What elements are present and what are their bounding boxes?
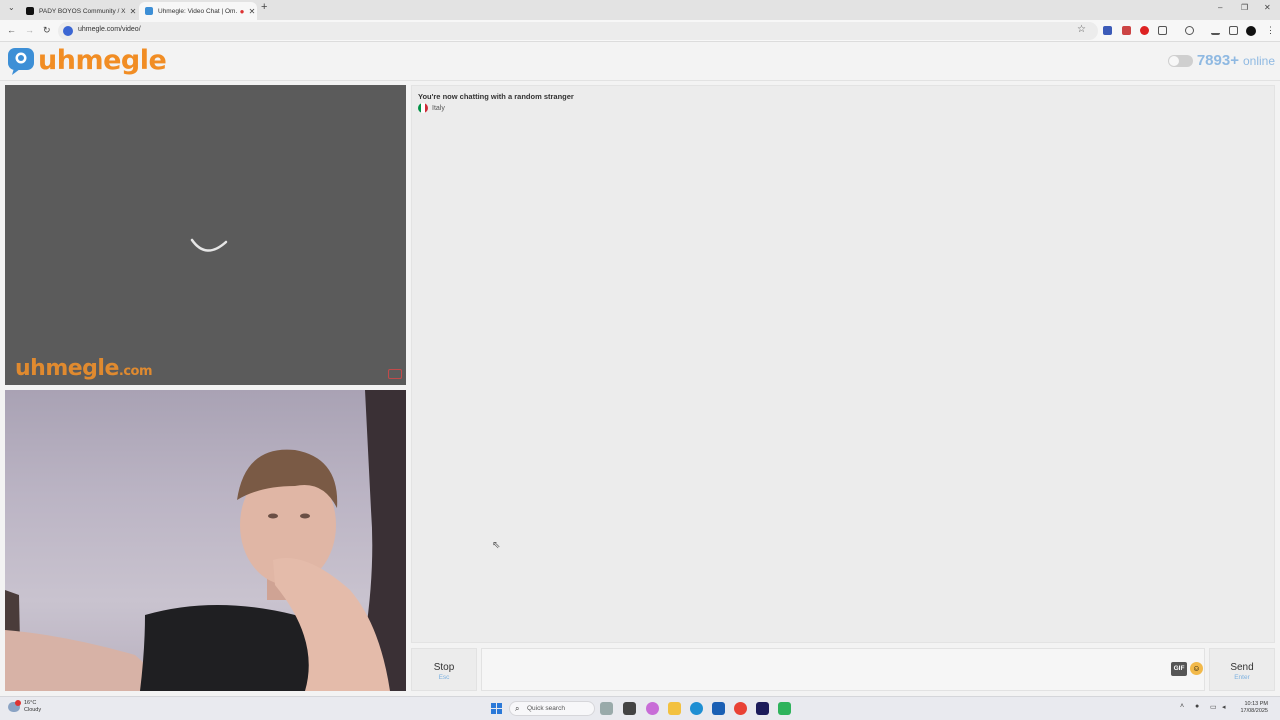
weather-temp: 16°C	[24, 700, 37, 706]
volume-icon[interactable]: ◂	[1222, 703, 1226, 711]
notification-badge	[15, 700, 21, 706]
self-camera-video	[5, 390, 406, 691]
task-view-icon[interactable]	[623, 702, 636, 715]
weather-widget[interactable]: 16°C Cloudy	[8, 700, 41, 713]
outlook-icon[interactable]	[712, 702, 725, 715]
video-watermark: uhmegle.com	[15, 356, 153, 381]
tab-uhmegle[interactable]: Uhmegle: Video Chat | Om... ● ✕	[139, 2, 257, 20]
edge-icon[interactable]	[690, 702, 703, 715]
restore-button[interactable]: ❐	[1241, 3, 1248, 12]
url-text: uhmegle.com/video/	[78, 26, 141, 33]
forward-button[interactable]: →	[25, 25, 34, 35]
extension-icon[interactable]	[1122, 26, 1131, 35]
bookmark-star-icon[interactable]: ☆	[1077, 24, 1086, 35]
watermark-main: uhmegle	[15, 356, 119, 381]
stranger-video: uhmegle.com	[5, 85, 406, 385]
tab-title: PADY BOYOS Community / X	[39, 7, 126, 15]
logo-speech-icon	[8, 48, 34, 75]
media-control-icon[interactable]	[1185, 26, 1194, 35]
windows-start-icon[interactable]	[491, 703, 502, 714]
report-flag-icon[interactable]	[388, 369, 402, 379]
chat-controls: Stop Esc GIF ☺ Send Enter	[411, 648, 1275, 691]
windows-taskbar: 16°C Cloudy ⌕ Quick search ˄ ● ▭ ◂ 10:13…	[0, 696, 1280, 720]
microphone-icon[interactable]: ●	[1195, 703, 1199, 710]
address-toolbar: ← → ↻ uhmegle.com/video/ ☆ ⋮	[0, 20, 1280, 42]
site-logo[interactable]: uhmegle	[6, 45, 167, 76]
browser-tab-bar: ⌄ PADY BOYOS Community / X ✕ Uhmegle: Vi…	[0, 0, 1280, 20]
tab-close-icon[interactable]: ✕	[247, 7, 257, 16]
tab-title: Uhmegle: Video Chat | Om...	[158, 7, 237, 15]
online-counter: 7893+ online	[1167, 52, 1275, 69]
send-button[interactable]: Send Enter	[1209, 648, 1275, 691]
kebab-menu-icon[interactable]: ⋮	[1266, 25, 1275, 36]
weather-desc: Cloudy	[24, 706, 42, 713]
taskbar-search[interactable]: ⌕ Quick search	[509, 701, 595, 716]
new-tab-button[interactable]: +	[261, 1, 267, 13]
country-name: Italy	[432, 104, 445, 112]
extension-icon[interactable]	[1103, 26, 1112, 35]
download-icon[interactable]	[1211, 26, 1220, 35]
online-label: online	[1242, 53, 1275, 68]
stop-hint: Esc	[438, 674, 450, 681]
gif-button[interactable]: GIF	[1171, 662, 1187, 676]
reading-list-icon[interactable]	[1229, 26, 1238, 35]
send-label: Send	[1230, 662, 1254, 673]
send-hint: Enter	[1234, 674, 1250, 681]
chat-log: You're now chatting with a random strang…	[411, 85, 1275, 643]
close-window-button[interactable]: ✕	[1264, 3, 1271, 12]
site-info-icon[interactable]	[63, 26, 73, 36]
premiere-icon[interactable]	[756, 702, 769, 715]
search-placeholder: Quick search	[527, 705, 565, 712]
tray-chevron-icon[interactable]: ˄	[1180, 703, 1184, 710]
extension-icon[interactable]	[1140, 26, 1149, 35]
stranger-country: Italy	[418, 103, 445, 113]
app-icon[interactable]	[778, 702, 791, 715]
logo-text: uhmegle	[38, 45, 167, 76]
online-count: 7893+	[1196, 52, 1239, 69]
network-icon[interactable]: ▭	[1210, 703, 1217, 711]
clock-time: 10:13 PM	[1244, 701, 1268, 707]
search-icon: ⌕	[515, 704, 520, 713]
loading-spinner-icon	[190, 238, 228, 252]
reload-button[interactable]: ↻	[43, 25, 51, 36]
recording-icon: ●	[239, 6, 245, 16]
back-button[interactable]: ←	[7, 25, 16, 35]
chrome-icon[interactable]	[734, 702, 747, 715]
tab-search-icon[interactable]: ⌄	[8, 3, 15, 12]
chat-status-message: You're now chatting with a random strang…	[418, 92, 574, 101]
app-icon[interactable]	[600, 702, 613, 715]
stop-label: Stop	[433, 662, 455, 673]
x-logo-icon	[26, 7, 34, 15]
uhmegle-icon	[145, 7, 153, 15]
minimize-button[interactable]: –	[1218, 3, 1222, 12]
url-bar[interactable]: uhmegle.com/video/ ☆	[58, 22, 1098, 40]
emoji-icon[interactable]: ☺	[1190, 662, 1203, 675]
webcam-feed-image	[5, 390, 406, 691]
extensions-puzzle-icon[interactable]	[1158, 26, 1167, 35]
taskbar-clock[interactable]: 10:13 PM 17/08/2025	[1240, 701, 1268, 715]
watermark-suffix: .com	[118, 364, 153, 379]
stop-button[interactable]: Stop Esc	[411, 648, 477, 691]
italy-flag-icon	[418, 103, 428, 113]
theme-toggle[interactable]	[1167, 54, 1193, 67]
mouse-cursor-icon: ⇖	[492, 540, 501, 551]
tab-close-icon[interactable]: ✕	[128, 7, 138, 16]
clock-date: 17/08/2025	[1240, 708, 1268, 714]
file-explorer-icon[interactable]	[668, 702, 681, 715]
profile-avatar[interactable]	[1246, 26, 1256, 36]
site-header: uhmegle 7893+ online	[0, 43, 1280, 81]
tab-x-community[interactable]: PADY BOYOS Community / X ✕	[20, 2, 138, 20]
copilot-icon[interactable]	[646, 702, 659, 715]
message-input[interactable]	[481, 648, 1205, 691]
